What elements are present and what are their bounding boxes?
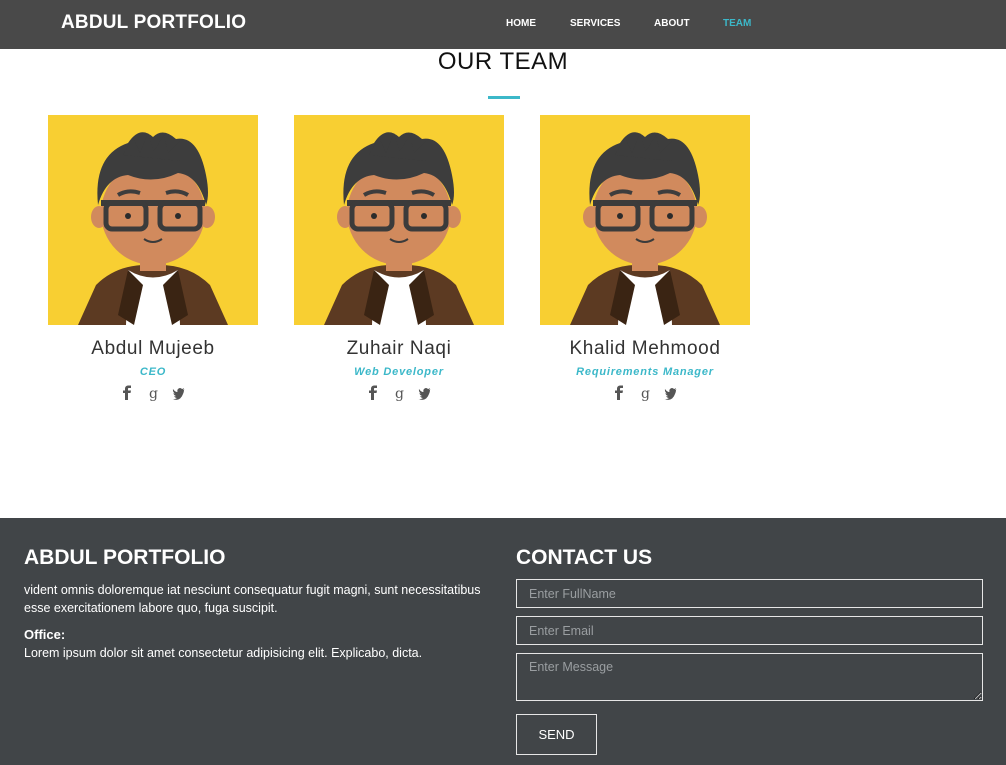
member-role: Web Developer bbox=[354, 366, 444, 378]
svg-text:g: g bbox=[149, 386, 158, 401]
office-address: Lorem ipsum dolor sit amet consectetur a… bbox=[24, 646, 423, 660]
team-card: Zuhair Naqi Web Developer g bbox=[294, 115, 504, 401]
footer-description: vident omnis doloremque iat nesciunt con… bbox=[24, 583, 481, 615]
svg-text:g: g bbox=[641, 386, 650, 401]
email-input[interactable] bbox=[516, 616, 983, 645]
nav-about[interactable]: ABOUT bbox=[654, 18, 690, 29]
social-links: g bbox=[294, 384, 504, 401]
twitter-icon[interactable] bbox=[664, 385, 678, 401]
facebook-icon[interactable] bbox=[120, 385, 134, 401]
member-role: CEO bbox=[139, 366, 167, 378]
team-card: Khalid Mehmood Requirements Manager g bbox=[540, 115, 750, 401]
nav-team[interactable]: TEAM bbox=[723, 18, 751, 29]
google-plus-icon[interactable]: g bbox=[638, 385, 652, 401]
member-name: Zuhair Naqi bbox=[346, 338, 452, 359]
facebook-icon[interactable] bbox=[612, 385, 626, 401]
send-button[interactable]: SEND bbox=[516, 714, 597, 755]
google-plus-icon[interactable]: g bbox=[146, 385, 160, 401]
twitter-icon[interactable] bbox=[418, 385, 432, 401]
top-navbar: ABDUL PORTFOLIO HOME SERVICES ABOUT TEAM bbox=[0, 0, 1006, 49]
team-card: Abdul Mujeeb CEO g bbox=[48, 115, 258, 401]
nav-home[interactable]: HOME bbox=[506, 18, 536, 29]
social-links: g bbox=[540, 384, 750, 401]
office-label: Office: bbox=[24, 627, 66, 642]
avatar-illustration bbox=[78, 132, 228, 325]
avatar bbox=[48, 115, 258, 325]
social-links: g bbox=[48, 384, 258, 401]
avatar bbox=[540, 115, 750, 325]
section-title: OUR TEAM bbox=[437, 48, 569, 75]
title-divider bbox=[488, 96, 520, 99]
fullname-input[interactable] bbox=[516, 579, 983, 608]
member-role: Requirements Manager bbox=[576, 366, 714, 378]
facebook-icon[interactable] bbox=[366, 385, 380, 401]
nav-services[interactable]: SERVICES bbox=[570, 18, 620, 29]
footer-brand: ABDUL PORTFOLIO bbox=[24, 546, 226, 569]
footer: ABDUL PORTFOLIO vident omnis doloremque … bbox=[0, 518, 1006, 765]
member-name: Abdul Mujeeb bbox=[91, 338, 215, 359]
member-name: Khalid Mehmood bbox=[569, 338, 721, 359]
twitter-icon[interactable] bbox=[172, 385, 186, 401]
avatar-illustration bbox=[570, 132, 720, 325]
contact-title: CONTACT US bbox=[516, 546, 653, 569]
message-textarea[interactable] bbox=[516, 653, 983, 701]
avatar bbox=[294, 115, 504, 325]
google-plus-icon[interactable]: g bbox=[392, 385, 406, 401]
svg-text:g: g bbox=[395, 386, 404, 401]
avatar-illustration bbox=[324, 132, 474, 325]
brand-logo[interactable]: ABDUL PORTFOLIO bbox=[61, 12, 246, 34]
